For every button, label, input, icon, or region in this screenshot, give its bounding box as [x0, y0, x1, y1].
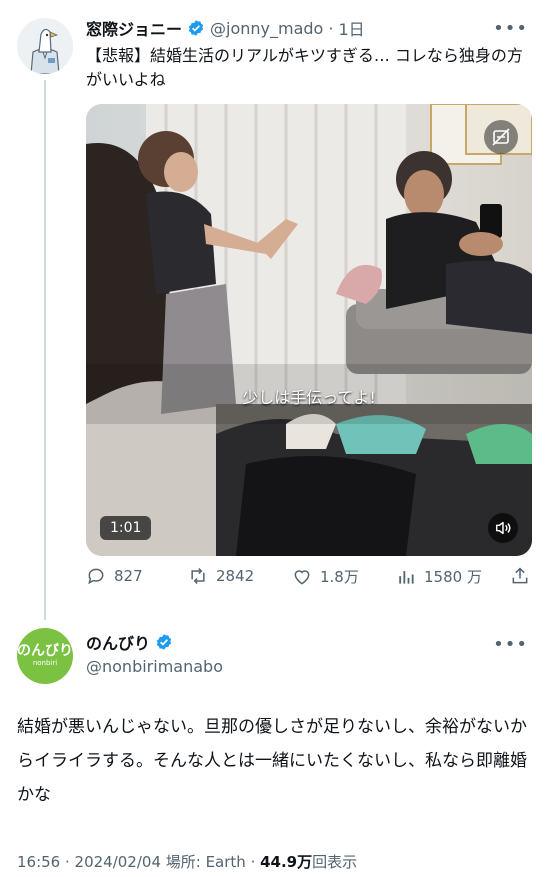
tweet1-header: 窓際ジョニー @jonny_mado · 1日: [86, 16, 365, 40]
no-sound-icon: [484, 120, 518, 154]
video-duration: 1:01: [100, 516, 152, 540]
author-handle[interactable]: @nonbirimanabo: [86, 657, 223, 676]
retweet-icon: [191, 567, 205, 585]
thread-connector-line: [44, 80, 46, 620]
reply-icon: [88, 568, 104, 585]
author-name[interactable]: のんびり: [86, 630, 150, 654]
avatar-logo-text: のんびり: [17, 643, 73, 659]
separator-dot: ·: [328, 18, 334, 38]
action-bar: 827 2842 1.8万 1580 万: [86, 566, 532, 594]
video-subtitle: 少しは手伝ってよ!: [242, 388, 376, 407]
author-handle[interactable]: @jonny_mado: [210, 19, 323, 38]
verified-badge-icon: [156, 634, 172, 650]
post-time[interactable]: 1日: [338, 16, 364, 40]
like-button[interactable]: 1.8万: [292, 566, 359, 587]
post-timestamp-location[interactable]: 16:56 · 2024/02/04 場所: Earth ·: [17, 853, 260, 871]
retweet-count: 2842: [216, 567, 255, 585]
views-count: 1580 万: [424, 568, 482, 586]
views-chart-icon: [399, 570, 414, 584]
reply-count: 827: [114, 567, 143, 585]
avatar[interactable]: [17, 18, 73, 74]
view-count: 44.9万: [260, 853, 313, 871]
share-icon: [512, 567, 528, 584]
avatar-illustration-icon: [17, 18, 73, 74]
tweet-text: 【悲報】結婚生活のリアルがキツすぎる… コレなら独身の方がいいよね: [86, 46, 523, 89]
video-frame: [86, 104, 532, 556]
share-button[interactable]: [510, 566, 530, 586]
author-name[interactable]: 窓際ジョニー: [86, 16, 182, 40]
volume-icon[interactable]: [488, 513, 518, 543]
view-count-label: 回表示: [312, 853, 358, 871]
video-player[interactable]: 少しは手伝ってよ! 1:01: [86, 104, 532, 556]
views-button[interactable]: 1580 万: [396, 566, 482, 587]
tweet2-header: のんびり: [86, 630, 173, 654]
avatar[interactable]: のんびり nonbiri: [17, 628, 73, 684]
retweet-button[interactable]: 2842: [188, 566, 254, 586]
verified-badge-icon: [188, 20, 204, 36]
more-options-icon[interactable]: •••: [493, 18, 528, 39]
tweet-text: 結婚が悪いんじゃない。旦那の優しさが足りないし、余裕がないからイライラする。そん…: [17, 717, 527, 805]
like-count: 1.8万: [320, 568, 359, 586]
heart-icon: [294, 569, 310, 585]
avatar-logo-subtext: nonbiri: [32, 659, 58, 667]
more-options-icon[interactable]: •••: [493, 634, 528, 655]
reply-button[interactable]: 827: [86, 566, 143, 586]
post-meta: 16:56 · 2024/02/04 場所: Earth · 44.9万回表示: [17, 851, 357, 872]
